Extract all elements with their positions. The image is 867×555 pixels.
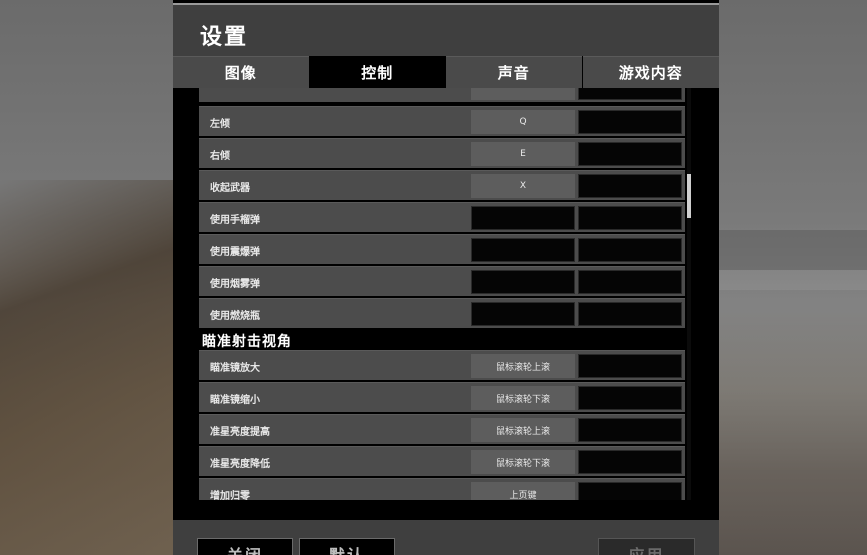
keybind-label: 使用烟雾弹 bbox=[210, 279, 260, 290]
secondary-key-button[interactable] bbox=[578, 386, 682, 410]
keybind-row-lean-right[interactable]: 右倾 E bbox=[199, 138, 685, 168]
tab-gameplay[interactable]: 游戏内容 bbox=[582, 56, 719, 88]
keybind-row-grenade[interactable]: 使用手榴弹 bbox=[199, 202, 685, 232]
secondary-key-button[interactable] bbox=[578, 174, 682, 198]
primary-key-button[interactable]: Q bbox=[471, 110, 575, 134]
secondary-key-button[interactable] bbox=[578, 482, 682, 500]
apply-button[interactable]: 应用 bbox=[598, 538, 695, 555]
keybind-row-holster[interactable]: 收起武器 X bbox=[199, 170, 685, 200]
title-bar: 设置 bbox=[173, 5, 719, 56]
primary-key-button[interactable]: 鼠标滚轮下滚 bbox=[471, 386, 575, 410]
background-island bbox=[717, 230, 867, 270]
background-sea bbox=[717, 290, 867, 555]
secondary-key-button[interactable] bbox=[578, 206, 682, 230]
tab-controls[interactable]: 控制 bbox=[309, 56, 445, 88]
primary-key-button[interactable] bbox=[471, 238, 575, 262]
settings-panel: 设置 图像 控制 声音 游戏内容 左倾 Q 右倾 E 收起武器 X 使用手榴弹 … bbox=[173, 0, 719, 555]
primary-key-button[interactable] bbox=[471, 270, 575, 294]
keybind-row-reticle-brightness-up[interactable]: 准星亮度提高 鼠标滚轮上滚 bbox=[199, 414, 685, 444]
primary-key-button[interactable] bbox=[471, 206, 575, 230]
background-cliff bbox=[0, 180, 180, 555]
keybind-label: 收起武器 bbox=[210, 183, 250, 194]
tab-graphics[interactable]: 图像 bbox=[173, 56, 309, 88]
keybind-label: 瞄准镜放大 bbox=[210, 363, 260, 374]
keybind-row-reticle-brightness-down[interactable]: 准星亮度降低 鼠标滚轮下滚 bbox=[199, 446, 685, 476]
keybind-label: 使用震爆弹 bbox=[210, 247, 260, 258]
keybind-row-flashbang[interactable]: 使用震爆弹 bbox=[199, 234, 685, 264]
keybind-row-smoke[interactable]: 使用烟雾弹 bbox=[199, 266, 685, 296]
primary-key-button[interactable]: X bbox=[471, 174, 575, 198]
primary-key-button[interactable]: E bbox=[471, 142, 575, 166]
tab-sound[interactable]: 声音 bbox=[446, 56, 582, 88]
keybind-row-lean-left[interactable]: 左倾 Q bbox=[199, 106, 685, 136]
primary-key-button[interactable] bbox=[471, 88, 575, 100]
default-button[interactable]: 默认 bbox=[299, 538, 395, 555]
secondary-key-button[interactable] bbox=[578, 88, 682, 100]
bottom-bar: 关闭 默认 应用 bbox=[173, 520, 719, 555]
secondary-key-button[interactable] bbox=[578, 270, 682, 294]
secondary-key-button[interactable] bbox=[578, 142, 682, 166]
secondary-key-button[interactable] bbox=[578, 302, 682, 326]
primary-key-button[interactable]: 上页键 bbox=[471, 482, 575, 500]
secondary-key-button[interactable] bbox=[578, 418, 682, 442]
scrollbar-track[interactable] bbox=[687, 88, 691, 500]
tab-bar: 图像 控制 声音 游戏内容 bbox=[173, 56, 719, 88]
keybind-row-scope-zoom-out[interactable]: 瞄准镜缩小 鼠标滚轮下滚 bbox=[199, 382, 685, 412]
section-header: 瞄准射击视角 bbox=[202, 334, 292, 350]
primary-key-button[interactable]: 鼠标滚轮上滚 bbox=[471, 354, 575, 378]
scrollbar-thumb[interactable] bbox=[687, 174, 691, 218]
keybind-row-zeroing-up[interactable]: 增加归零 上页键 bbox=[199, 478, 685, 500]
close-button[interactable]: 关闭 bbox=[197, 538, 293, 555]
keybind-row-scope-zoom-in[interactable]: 瞄准镜放大 鼠标滚轮上滚 bbox=[199, 350, 685, 380]
keybind-label: 左倾 bbox=[210, 119, 230, 130]
keybind-label: 瞄准镜缩小 bbox=[210, 395, 260, 406]
keybind-list: 左倾 Q 右倾 E 收起武器 X 使用手榴弹 使用震爆弹 使用烟雾弹 使用燃烧瓶… bbox=[199, 88, 691, 500]
keybind-row-molotov[interactable]: 使用燃烧瓶 bbox=[199, 298, 685, 328]
keybind-row[interactable] bbox=[199, 88, 685, 102]
keybind-label: 准星亮度提高 bbox=[210, 427, 270, 438]
secondary-key-button[interactable] bbox=[578, 238, 682, 262]
secondary-key-button[interactable] bbox=[578, 110, 682, 134]
keybind-label: 使用燃烧瓶 bbox=[210, 311, 260, 322]
window-title: 设置 bbox=[200, 25, 249, 50]
primary-key-button[interactable] bbox=[471, 302, 575, 326]
primary-key-button[interactable]: 鼠标滚轮下滚 bbox=[471, 450, 575, 474]
keybind-label: 使用手榴弹 bbox=[210, 215, 260, 226]
keybind-label: 准星亮度降低 bbox=[210, 459, 270, 470]
keybind-label: 右倾 bbox=[210, 151, 230, 162]
secondary-key-button[interactable] bbox=[578, 450, 682, 474]
primary-key-button[interactable]: 鼠标滚轮上滚 bbox=[471, 418, 575, 442]
keybind-label: 增加归零 bbox=[210, 491, 250, 500]
secondary-key-button[interactable] bbox=[578, 354, 682, 378]
